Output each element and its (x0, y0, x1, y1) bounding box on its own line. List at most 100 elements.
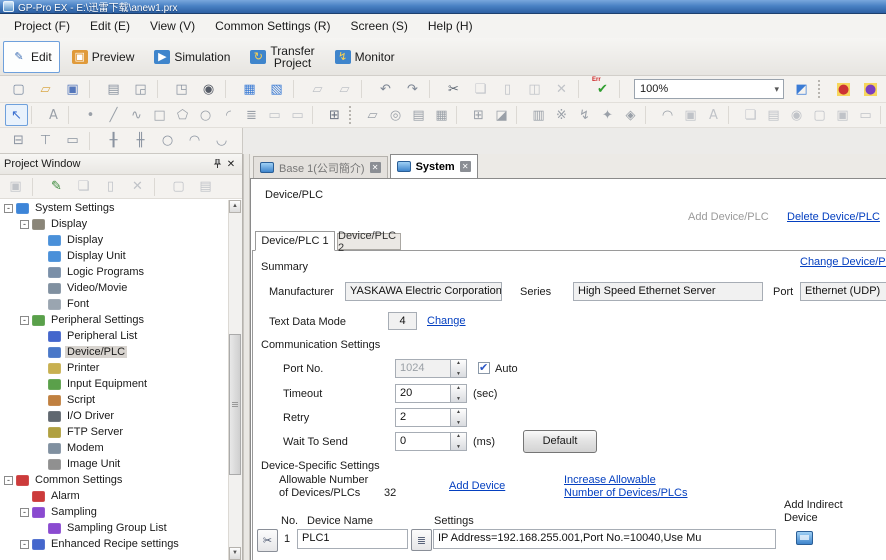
scroll-up-icon[interactable]: ▲ (229, 200, 241, 213)
delete-device-row-button[interactable]: ✂ (257, 529, 278, 552)
tree-item-i-o-driver[interactable]: I/O Driver (0, 408, 229, 424)
tree-item-peripheral-list[interactable]: Peripheral List (0, 328, 229, 344)
menu-item-view-v[interactable]: View (V) (140, 15, 205, 37)
parts-list-icon[interactable]: ⊟ (7, 130, 30, 152)
diamond-part-icon[interactable]: ◈ (619, 104, 642, 126)
tree-item-display[interactable]: -Display (0, 216, 229, 232)
subtab-device-plc-1[interactable]: Device/PLC 1 (255, 231, 335, 251)
timeout-spinner[interactable] (451, 384, 467, 403)
data-display-part-icon[interactable]: ▤ (407, 104, 430, 126)
tree-expand-toggle[interactable]: - (20, 540, 29, 549)
tree-item-printer[interactable]: Printer (0, 360, 229, 376)
new-project-icon[interactable]: ▢ (7, 78, 30, 100)
preview-button[interactable]: ▣Preview (64, 41, 143, 73)
scatter-graph-part-icon[interactable]: ※ (550, 104, 573, 126)
tree-item-device-plc[interactable]: Device/PLC (0, 344, 229, 360)
tree-item-modem[interactable]: Modem (0, 440, 229, 456)
scale-tool-icon[interactable]: ≣ (240, 104, 263, 126)
new-screen-icon[interactable]: ▦ (238, 78, 261, 100)
bar-graph-part-icon[interactable]: ▥ (527, 104, 550, 126)
wait-to-send-field[interactable]: 0 (395, 432, 451, 451)
tree-expand-toggle[interactable]: - (20, 220, 29, 229)
increase-allowable-link-1[interactable]: Increase Allowable (564, 474, 656, 486)
dot-tool-icon[interactable]: • (79, 104, 102, 126)
tree-item-script[interactable]: Script (0, 392, 229, 408)
device-name-input[interactable]: PLC1 (297, 529, 408, 549)
change-device-plc-link[interactable]: Change Device/PLC (800, 256, 886, 268)
save-project-icon[interactable]: ▣ (61, 78, 84, 100)
meter-up-icon[interactable]: ◠ (183, 130, 206, 152)
ellipse-tool-icon[interactable]: ○ (194, 104, 217, 126)
undo-icon[interactable]: ↶ (374, 78, 397, 100)
menu-item-common-settings-r[interactable]: Common Settings (R) (205, 15, 340, 37)
wait-to-send-spinner[interactable] (451, 432, 467, 451)
print-preview-icon[interactable]: ◲ (129, 78, 152, 100)
tab-system[interactable]: System (390, 154, 478, 178)
delete-device-plc-link[interactable]: Delete Device/PLC (787, 211, 880, 223)
tree-item-alarm[interactable]: Alarm (0, 488, 229, 504)
error-check-icon[interactable]: ✔Err (591, 78, 614, 100)
tree-item-sampling-group-list[interactable]: Sampling Group List (0, 520, 229, 536)
pw-edit-icon[interactable]: ✎ (45, 176, 68, 198)
tree-item-logic-programs[interactable]: Logic Programs (0, 264, 229, 280)
subtab-device-plc-2[interactable]: Device/PLC 2 (337, 233, 401, 250)
device-settings-button[interactable]: ≣ (411, 529, 432, 551)
auto-checkbox[interactable] (478, 362, 490, 374)
date-display-part-icon[interactable]: ▦ (430, 104, 453, 126)
increase-allowable-link-2[interactable]: Number of Devices/PLCs (564, 487, 688, 499)
polygon-tool-icon[interactable]: ⬠ (171, 104, 194, 126)
transfer-project-button[interactable]: ↻Transfer Project (242, 41, 322, 73)
tree-item-display-unit[interactable]: Display Unit (0, 248, 229, 264)
add-indirect-device-button[interactable] (796, 531, 813, 545)
tab-base-1[interactable]: Base 1(公司簡介) (253, 156, 388, 178)
tree-item-display[interactable]: Display (0, 232, 229, 248)
tree-item-common-settings[interactable]: -Common Settings (0, 472, 229, 488)
tree-expand-toggle[interactable]: - (4, 476, 13, 485)
tree-expand-toggle[interactable]: - (20, 316, 29, 325)
tree-scrollbar[interactable]: ▲ ▼ (228, 200, 242, 560)
rectangle-tool-icon[interactable]: □ (148, 104, 171, 126)
tree-item-ftp-server[interactable]: FTP Server (0, 424, 229, 440)
open-screen-icon[interactable]: ▧ (265, 78, 288, 100)
edit-mode-button[interactable]: ✎Edit (3, 41, 60, 73)
open-project-icon[interactable]: ▱ (34, 78, 57, 100)
contact-no-icon[interactable]: ╂ (102, 130, 125, 152)
close-panel-icon[interactable]: ✕ (224, 158, 238, 171)
timeout-field[interactable]: 20 (395, 384, 451, 403)
table-tool-icon[interactable]: ⊞ (323, 104, 346, 126)
menu-item-help-h[interactable]: Help (H) (418, 15, 483, 37)
text-tool-icon[interactable]: A (42, 104, 65, 126)
select-tool-icon[interactable]: ↖ (5, 104, 28, 126)
keypad-down-icon[interactable]: ▼ (237, 130, 243, 152)
tree-item-system-settings[interactable]: -System Settings (0, 200, 229, 216)
switch-part-icon[interactable]: ▱ (361, 104, 384, 126)
screen-capture-icon[interactable]: ◉ (197, 78, 220, 100)
tree-expand-toggle[interactable]: - (20, 508, 29, 517)
line-tool-icon[interactable]: ╱ (102, 104, 125, 126)
print-icon[interactable]: ▤ (102, 78, 125, 100)
menu-item-project-f[interactable]: Project (F) (4, 15, 80, 37)
tab-close-icon[interactable] (460, 161, 471, 172)
panel-splitter[interactable] (243, 154, 250, 560)
contact-nc-icon[interactable]: ╫ (129, 130, 152, 152)
menu-item-screen-s[interactable]: Screen (S) (341, 15, 418, 37)
keypad-part-icon[interactable]: ◠ (656, 104, 679, 126)
tree-item-image-unit[interactable]: Image Unit (0, 456, 229, 472)
retry-spinner[interactable] (451, 408, 467, 427)
tree-item-peripheral-settings[interactable]: -Peripheral Settings (0, 312, 229, 328)
change-text-data-mode-link[interactable]: Change (427, 315, 466, 327)
default-button[interactable]: Default (523, 430, 597, 453)
coil-icon[interactable]: ○ (156, 130, 179, 152)
scrollbar-thumb[interactable] (229, 334, 241, 475)
redo-icon[interactable]: ↷ (401, 78, 424, 100)
zoom-combobox[interactable]: 100% (634, 79, 784, 99)
tab-close-icon[interactable] (370, 162, 381, 173)
cut-icon[interactable]: ✂ (442, 78, 465, 100)
polyline-tool-icon[interactable]: ∿ (125, 104, 148, 126)
tree-item-video-movie[interactable]: Video/Movie (0, 280, 229, 296)
lamp-part-icon[interactable]: ◎ (384, 104, 407, 126)
alarm-toolbar-icon[interactable]: ● (832, 78, 855, 100)
arc-tool-icon[interactable]: ◜ (217, 104, 240, 126)
retry-field[interactable]: 2 (395, 408, 451, 427)
fit-screen-icon[interactable]: ◩ (790, 78, 813, 100)
